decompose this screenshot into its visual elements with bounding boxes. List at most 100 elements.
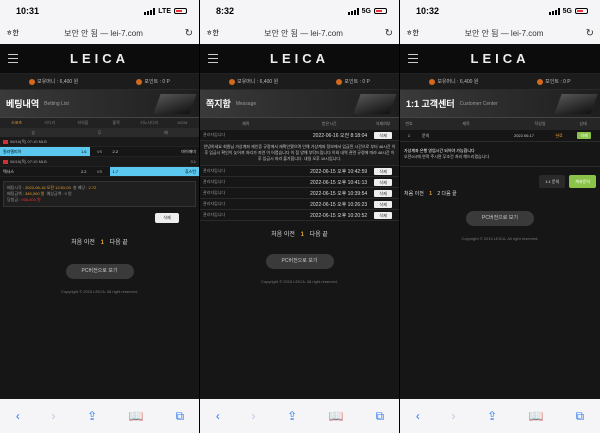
inquiry-row[interactable]: 1 문의 2022.06.17 완료 삭제	[400, 130, 600, 142]
back-icon[interactable]: ‹	[16, 409, 20, 423]
url-field[interactable]: 보안 안 됨 — lei-7.com	[426, 28, 582, 39]
message-header: 제목 받은시간 삭제여부	[200, 118, 399, 130]
tab-oddeven[interactable]: 홀짝	[100, 118, 133, 128]
share-icon[interactable]: ⇪	[487, 409, 497, 423]
page-current[interactable]: 1	[429, 191, 432, 197]
page-first[interactable]: 처음	[404, 191, 413, 197]
forward-icon[interactable]: ›	[452, 409, 456, 423]
money-value: 보유머니 : 6,400 원	[237, 79, 279, 85]
bookmarks-icon[interactable]: 📖	[329, 409, 344, 423]
share-icon[interactable]: ⇪	[87, 409, 97, 423]
message-delete-button[interactable]: 삭제	[374, 167, 393, 175]
page-last[interactable]: 끝	[322, 232, 328, 238]
page-next[interactable]: 다음	[310, 232, 321, 238]
message-row[interactable]: 관리자입니다 2022-06-15 오후 10:20:52 삭제	[200, 210, 399, 221]
tab-ladder[interactable]: 사다리	[33, 118, 66, 128]
message-subject[interactable]: 관리자입니다	[200, 190, 292, 196]
address-bar[interactable]: ㅎ한 보안 안 됨 — lei-7.com ↻	[400, 22, 600, 44]
address-bar[interactable]: ㅎ한 보안 안 됨 — lei-7.com ↻	[0, 22, 199, 44]
share-icon[interactable]: ⇪	[287, 409, 297, 423]
message-subject[interactable]: 관리자입니다	[200, 179, 292, 185]
tab-powerball[interactable]: 파워볼	[66, 118, 99, 128]
page-next[interactable]: 다음	[110, 240, 121, 246]
url-field[interactable]: 보안 안 됨 — lei-7.com	[26, 28, 181, 39]
account-inquiry-button[interactable]: 계좌문의	[569, 175, 596, 188]
menu-icon[interactable]	[208, 54, 218, 66]
tab-sports[interactable]: 스포츠	[0, 118, 33, 128]
message-delete-button[interactable]: 삭제	[374, 200, 393, 208]
odds-label: 총 배당 :	[72, 185, 88, 190]
site-logo[interactable]: LEICA	[471, 51, 530, 66]
reader-button[interactable]: ㅎ한	[406, 28, 426, 38]
reader-button[interactable]: ㅎ한	[6, 28, 26, 38]
message-subject[interactable]: 관리자입니다	[200, 212, 292, 218]
inquiry-subject[interactable]: 문의	[418, 133, 498, 139]
tab-keno[interactable]: 키노사다리	[133, 118, 166, 128]
page-prev[interactable]: 이전	[84, 240, 95, 246]
inquiry-answer: 가상계좌 은행 영업시간 되어야 가능합니다 오전9시에 연락 주시면 무조건 …	[400, 142, 600, 167]
copyright: Copyright © 2015 LEICA. All right reserv…	[461, 236, 539, 241]
message-delete-button[interactable]: 삭제	[374, 211, 393, 219]
message-row[interactable]: 관리자입니다 2022-06-15 오후 10:39:54 삭제	[200, 188, 399, 199]
reload-icon[interactable]: ↻	[181, 28, 193, 39]
page-prev[interactable]: 이전	[415, 191, 424, 197]
amount-label: 배팅금액 :	[7, 191, 24, 196]
site-logo[interactable]: LEICA	[70, 51, 129, 66]
draw-pick[interactable]: 2.2 마이애미	[110, 147, 200, 156]
col-received: 받은시간	[321, 121, 337, 126]
page-current[interactable]: 1	[301, 232, 304, 238]
back-icon[interactable]: ‹	[416, 409, 420, 423]
page-first[interactable]: 처음	[71, 240, 82, 246]
message-row[interactable]: 관리자입니다 2022-06-15 오후 10:26:23 삭제	[200, 199, 399, 210]
page-next[interactable]: 2	[437, 191, 440, 197]
page-prev[interactable]: 이전	[284, 232, 295, 238]
message-row[interactable]: 관리자입니다 2022-06-15 오후 10:41:13 삭제	[200, 177, 399, 188]
menu-icon[interactable]	[408, 54, 418, 66]
phone-decoration	[554, 94, 598, 114]
pc-version-button[interactable]: PC버전으로 보기	[265, 254, 334, 269]
forward-icon[interactable]: ›	[252, 409, 256, 423]
page-last[interactable]: 끝	[122, 240, 128, 246]
signal-icon	[144, 7, 156, 15]
league-flag-icon	[3, 159, 8, 164]
message-subject[interactable]: 관리자입니다	[200, 201, 292, 207]
away-pick[interactable]: 1.7 휴스턴	[109, 167, 199, 176]
new-inquiry-button[interactable]: 1:1 문의	[539, 175, 566, 188]
message-subject[interactable]: 관리자입니다	[200, 132, 292, 138]
home-pick[interactable]: 필라델피아 1.6	[0, 147, 90, 156]
menu-icon[interactable]	[8, 54, 18, 66]
forward-icon[interactable]: ›	[52, 409, 56, 423]
signal-icon	[548, 7, 560, 15]
page-last[interactable]: 다음 끝	[442, 191, 457, 197]
message-delete-button[interactable]: 삭제	[374, 131, 393, 139]
address-bar[interactable]: ㅎ한 보안 안 됨 — lei-7.com ↻	[200, 22, 399, 44]
message-date: 2022-06-15 오후 10:41:13	[310, 179, 368, 186]
message-row[interactable]: 관리자입니다 2022-06-15 오후 10:42:59 삭제	[200, 166, 399, 177]
away-team: 마이애미	[181, 148, 196, 154]
delete-button[interactable]: 삭제	[155, 213, 179, 223]
inquiry-delete-button[interactable]: 삭제	[577, 132, 591, 139]
tab-mgm[interactable]: MGM	[166, 118, 199, 128]
message-row[interactable]: 관리자입니다 2022-06-16 오전 8:18:04 삭제	[200, 130, 399, 141]
message-delete-button[interactable]: 삭제	[374, 189, 393, 197]
pagination: 처음 이전 1 다음 끝	[200, 229, 399, 238]
tabs-icon[interactable]: ⧉	[176, 409, 185, 424]
tabs-icon[interactable]: ⧉	[376, 409, 385, 424]
page-current[interactable]: 1	[101, 240, 104, 246]
message-delete-button[interactable]: 삭제	[374, 178, 393, 186]
home-pick[interactable]: 텍사스 2.2	[0, 167, 90, 176]
browser-toolbar: ‹ › ⇪ 📖 ⧉	[400, 399, 600, 433]
page-first[interactable]: 처음	[271, 232, 282, 238]
pc-version-button[interactable]: PC버전으로 보기	[466, 211, 534, 226]
url-field[interactable]: 보안 안 됨 — lei-7.com	[226, 28, 381, 39]
bookmarks-icon[interactable]: 📖	[529, 409, 544, 423]
pc-version-button[interactable]: PC버전으로 보기	[65, 264, 134, 279]
reload-icon[interactable]: ↻	[582, 28, 594, 39]
site-logo[interactable]: LEICA	[270, 51, 329, 66]
tabs-icon[interactable]: ⧉	[576, 409, 585, 424]
reader-button[interactable]: ㅎ한	[206, 28, 226, 38]
reload-icon[interactable]: ↻	[381, 28, 393, 39]
bookmarks-icon[interactable]: 📖	[129, 409, 144, 423]
back-icon[interactable]: ‹	[216, 409, 220, 423]
message-subject[interactable]: 관리자입니다	[200, 168, 292, 174]
